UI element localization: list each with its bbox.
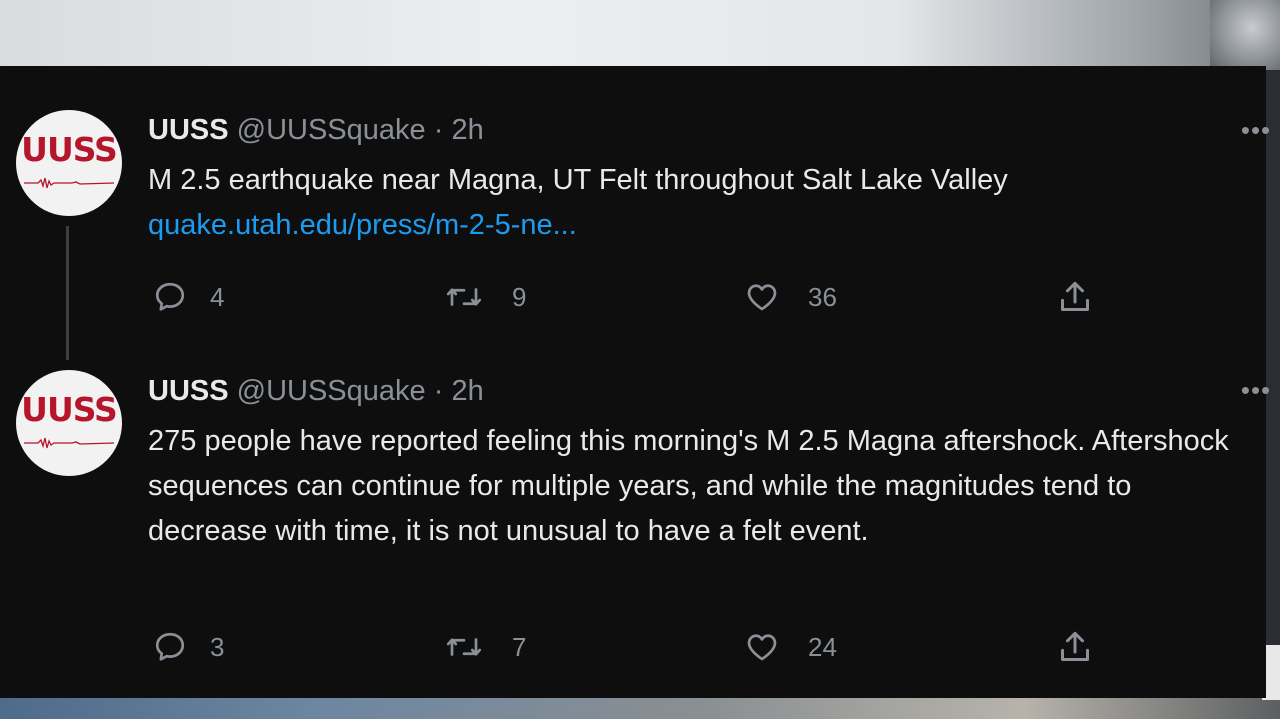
background-photo-bottom	[0, 696, 1280, 719]
share-icon	[1061, 631, 1089, 661]
tweet-link[interactable]: quake.utah.edu/press/m-2-5-ne...	[148, 203, 577, 248]
reply-count: 4	[210, 281, 225, 312]
author-name[interactable]: UUSS	[148, 114, 229, 146]
background-building-dome	[1210, 0, 1280, 70]
author-handle[interactable]: @UUSSquake	[237, 375, 426, 407]
retweet-button[interactable]: 7	[444, 627, 526, 667]
tweet-timestamp[interactable]: 2h	[451, 375, 483, 407]
reply-button[interactable]: 4	[152, 277, 224, 317]
tweet-text: 275 people have reported feeling this mo…	[148, 425, 1229, 547]
retweet-button[interactable]: 9	[444, 277, 526, 317]
reply-icon	[155, 282, 185, 311]
seismogram-icon	[24, 177, 114, 189]
avatar[interactable]: UUSS	[16, 110, 122, 216]
share-button[interactable]	[1055, 277, 1095, 317]
tweet-header: UUSS @UUSSquake · 2h	[148, 110, 484, 150]
heart-icon	[747, 284, 777, 311]
retweet-count: 7	[512, 631, 527, 662]
like-button[interactable]: 36	[744, 277, 837, 317]
like-count: 24	[808, 631, 837, 662]
background-photo-top	[0, 0, 1280, 70]
tweet-text: M 2.5 earthquake near Magna, UT Felt thr…	[148, 164, 1008, 196]
more-icon[interactable]: •••	[1238, 377, 1274, 403]
tweet-timestamp[interactable]: 2h	[451, 114, 483, 146]
retweet-icon	[446, 638, 482, 656]
share-icon	[1061, 281, 1089, 311]
reply-count: 3	[210, 631, 225, 662]
header-separator: ·	[425, 375, 452, 407]
author-handle[interactable]: @UUSSquake	[237, 114, 426, 146]
thread-connector-line	[66, 226, 69, 360]
reply-button[interactable]: 3	[152, 627, 224, 667]
header-separator: ·	[425, 114, 452, 146]
share-button[interactable]	[1055, 627, 1095, 667]
like-button[interactable]: 24	[744, 627, 837, 667]
avatar-logo-text: UUSS	[21, 130, 118, 169]
seismogram-icon	[24, 437, 114, 449]
avatar[interactable]: UUSS	[16, 370, 122, 476]
retweet-count: 9	[512, 281, 527, 312]
tweet-header: UUSS @UUSSquake · 2h	[148, 371, 484, 411]
heart-icon	[747, 634, 777, 661]
like-count: 36	[808, 281, 837, 312]
author-name[interactable]: UUSS	[148, 375, 229, 407]
avatar-logo-text: UUSS	[21, 390, 118, 429]
reply-icon	[155, 632, 185, 661]
retweet-icon	[446, 288, 482, 306]
more-icon[interactable]: •••	[1238, 117, 1274, 143]
